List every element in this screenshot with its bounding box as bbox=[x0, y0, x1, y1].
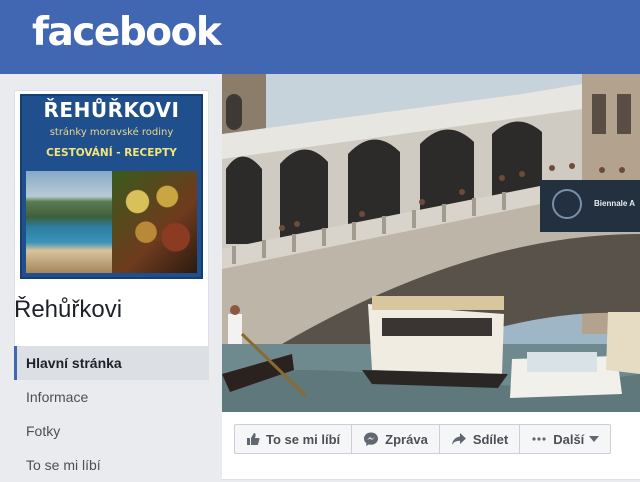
message-button[interactable]: Zpráva bbox=[352, 425, 440, 453]
cover-photo-venice-bridge: Biennale A bbox=[222, 74, 640, 412]
coast-photo bbox=[26, 171, 112, 273]
like-button[interactable]: To se mi líbí bbox=[235, 425, 353, 453]
like-button-label: To se mi líbí bbox=[266, 431, 341, 447]
nav-item-home[interactable]: Hlavní stránka bbox=[14, 346, 209, 380]
profile-image-title: ŘEHŮŘKOVI bbox=[43, 98, 180, 122]
profile-image-tagline: CESTOVÁNÍ - RECEPTY bbox=[46, 147, 177, 159]
action-buttons: To se mi líbí Zpráva Sdílet Další bbox=[234, 424, 612, 454]
facebook-logo[interactable]: facebook bbox=[32, 10, 222, 55]
more-button[interactable]: Další bbox=[520, 425, 610, 453]
more-button-label: Další bbox=[553, 431, 585, 447]
cover-banner-text: Biennale A bbox=[594, 199, 635, 208]
message-button-label: Zpráva bbox=[385, 431, 428, 447]
cover-photo[interactable]: Biennale A bbox=[222, 74, 640, 412]
caret-down-icon bbox=[589, 436, 600, 442]
nav-item-likes[interactable]: To se mi líbí bbox=[14, 448, 209, 482]
nav-item-about[interactable]: Informace bbox=[14, 380, 209, 414]
left-sidebar: ŘEHŮŘKOVI stránky moravské rodiny CESTOV… bbox=[0, 74, 222, 480]
share-button[interactable]: Sdílet bbox=[440, 425, 521, 453]
profile-image-subtitle: stránky moravské rodiny bbox=[49, 127, 174, 138]
page-nav: Hlavní stránka Informace Fotky To se mi … bbox=[14, 346, 209, 482]
food-photo bbox=[112, 171, 197, 273]
page-name[interactable]: Řehůřkovi bbox=[14, 296, 122, 324]
profile-picture[interactable]: ŘEHŮŘKOVI stránky moravské rodiny CESTOV… bbox=[20, 94, 203, 279]
message-bubble-icon bbox=[364, 432, 379, 446]
thumbs-up-icon bbox=[247, 433, 260, 445]
share-button-label: Sdílet bbox=[472, 431, 509, 447]
more-dots-icon bbox=[532, 437, 546, 441]
share-arrow-icon bbox=[451, 433, 466, 445]
nav-item-photos[interactable]: Fotky bbox=[14, 414, 209, 448]
top-bar: facebook bbox=[0, 0, 640, 74]
page-action-bar: To se mi líbí Zpráva Sdílet Další bbox=[222, 412, 640, 480]
